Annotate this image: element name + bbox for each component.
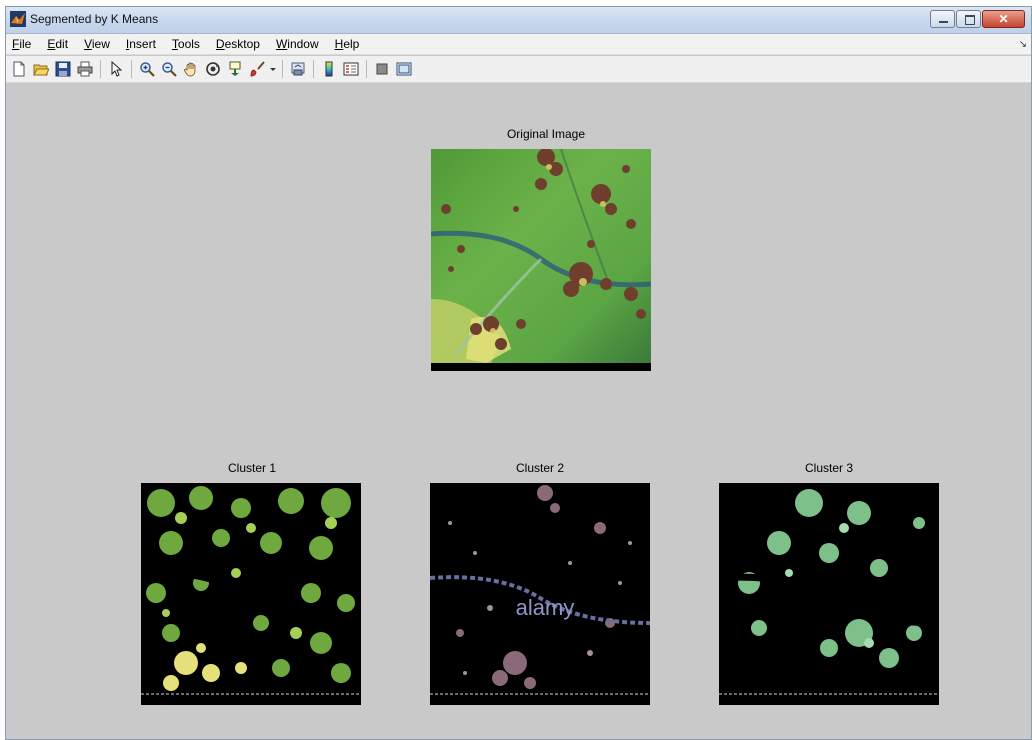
toolbar-separator [282,60,283,78]
brush-dropdown-icon[interactable] [269,59,277,79]
figure-toolbar [6,56,1031,83]
hide-plot-tools-icon[interactable] [372,59,392,79]
minimize-icon [939,21,948,23]
title-bar[interactable]: Segmented by K Means ✕ [6,7,1031,34]
new-figure-icon[interactable] [9,59,29,79]
maximize-button[interactable] [956,10,981,28]
close-button[interactable]: ✕ [982,10,1025,28]
legend-icon[interactable] [341,59,361,79]
watermark: alamy [516,595,575,620]
edit-plot-arrow-icon[interactable] [106,59,126,79]
maximize-icon [965,15,975,25]
rotate-3d-icon[interactable] [203,59,223,79]
zoom-out-icon[interactable] [159,59,179,79]
colorbar-icon[interactable] [319,59,339,79]
menu-view[interactable]: View [84,37,110,51]
brush-icon[interactable] [247,59,267,79]
data-cursor-icon[interactable] [225,59,245,79]
open-file-icon[interactable] [31,59,51,79]
pan-hand-icon[interactable] [181,59,201,79]
print-icon[interactable] [75,59,95,79]
link-plot-icon[interactable] [288,59,308,79]
menu-file[interactable]: File [12,37,31,51]
cluster-1-title: Cluster 1 [227,461,277,475]
save-icon[interactable] [53,59,73,79]
toolbar-separator [366,60,367,78]
menu-window[interactable]: Window [276,37,319,51]
menu-bar: File Edit View Insert Tools Desktop Wind… [6,34,1031,55]
original-image-title: Original Image [506,127,586,141]
minimize-button[interactable] [930,10,955,28]
toolbar-separator [100,60,101,78]
matlab-logo-icon [10,11,26,27]
cluster-3-title: Cluster 3 [804,461,854,475]
dock-figure-icon[interactable]: ↘ [1019,39,1027,50]
show-plot-tools-icon[interactable] [394,59,414,79]
zoom-in-icon[interactable] [137,59,157,79]
cluster-2-title: Cluster 2 [515,461,565,475]
toolbar-separator [131,60,132,78]
toolbar-separator [313,60,314,78]
menu-help[interactable]: Help [335,37,360,51]
cluster-2-image: alamy [430,483,650,705]
figure-canvas: Original Image Cluster 1 Cluster 2 alamy… [6,84,1031,739]
cluster-1-image [141,483,361,705]
menu-tools[interactable]: Tools [172,37,200,51]
original-image [431,149,651,371]
window-title: Segmented by K Means [30,12,159,26]
figure-window: Segmented by K Means ✕ File Edit View In… [5,6,1032,740]
close-icon: ✕ [998,12,1009,26]
menu-desktop[interactable]: Desktop [216,37,260,51]
menu-edit[interactable]: Edit [47,37,68,51]
cluster-3-image [719,483,939,705]
menu-insert[interactable]: Insert [126,37,156,51]
